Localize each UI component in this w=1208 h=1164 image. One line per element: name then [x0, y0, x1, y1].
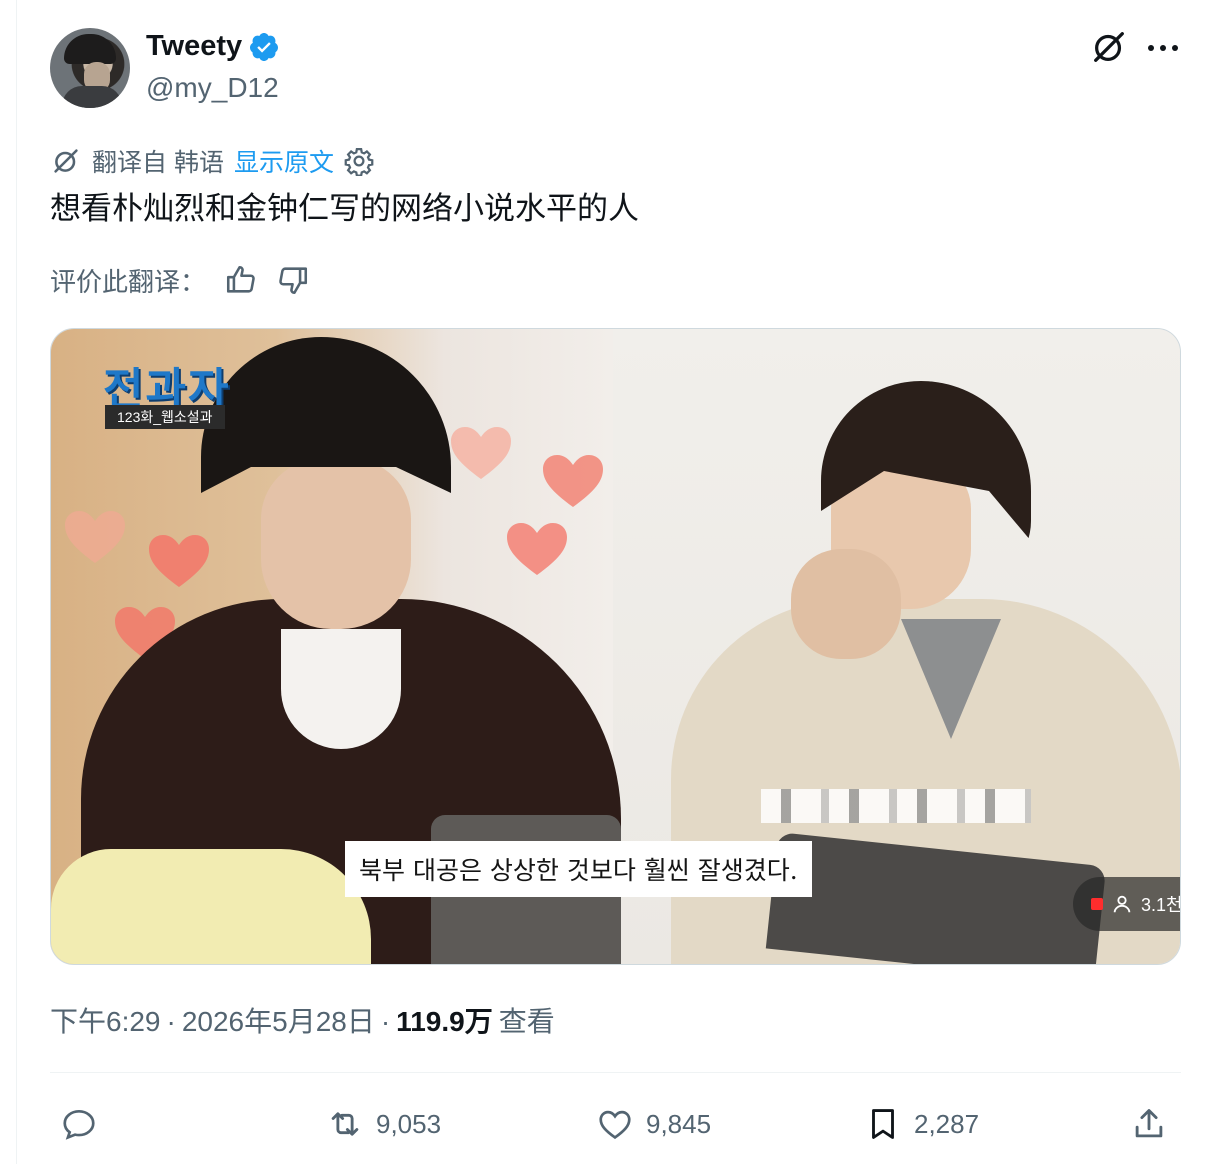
- translation-source-label: 翻译自 韩语: [92, 149, 224, 177]
- record-icon: [1091, 898, 1103, 910]
- share-icon: [1135, 1109, 1163, 1138]
- verified-badge-icon: [250, 32, 279, 61]
- tweet-text: 想看朴灿烈和金钟仁写的网络小说水平的人: [50, 191, 639, 226]
- retweet-count: 9,053: [376, 1108, 442, 1139]
- viewer-count: 3.1천: [1141, 895, 1181, 915]
- show-original-link[interactable]: 显示原文: [234, 143, 334, 179]
- grok-icon[interactable]: [1090, 28, 1128, 66]
- rate-translation-label: 评价此翻译：: [50, 266, 207, 297]
- heart-sticker: [149, 535, 209, 587]
- thumbs-down-icon[interactable]: [276, 263, 310, 297]
- person-icon: [1113, 895, 1131, 913]
- tweet-time[interactable]: 下午6:29: [50, 1000, 161, 1040]
- tweet-date[interactable]: 2026年5月28日: [182, 1000, 375, 1040]
- more-icon[interactable]: [1146, 34, 1180, 62]
- display-name-row[interactable]: Tweety: [146, 30, 280, 63]
- gear-icon[interactable]: [344, 146, 374, 176]
- views-label: 查看: [498, 1006, 555, 1037]
- tweet-meta: 下午6:29 · 2026年5月28日 · 119.9万 查看: [50, 1000, 555, 1040]
- retweet-button[interactable]: 9,053: [326, 1094, 441, 1154]
- share-button[interactable]: [1130, 1094, 1168, 1154]
- person-right-hand: [791, 549, 901, 659]
- user-handle[interactable]: @my_D12: [146, 72, 279, 104]
- bookmark-icon: [872, 1109, 894, 1139]
- heart-sticker: [65, 511, 125, 563]
- like-button[interactable]: 9,845: [596, 1094, 711, 1154]
- reply-button[interactable]: [60, 1094, 110, 1154]
- video-subtitle: 북부 대공은 상상한 것보다 훨씬 잘생겼다.: [345, 841, 812, 897]
- heart-sticker: [451, 427, 511, 479]
- heart-icon: [599, 1110, 631, 1140]
- rate-translation-row: 评价此翻译：: [50, 262, 310, 298]
- heart-sticker: [543, 455, 603, 507]
- display-name[interactable]: Tweety: [146, 30, 242, 63]
- person-left-sleeve: [51, 849, 371, 964]
- bookmark-count: 2,287: [914, 1108, 980, 1139]
- heart-sticker: [507, 523, 567, 575]
- person-left-collar: [281, 629, 401, 749]
- tweet-media-image[interactable]: 전과자 123화_웹소설과 북부 대공은 상상한 것보다 훨씬 잘생겼다. 3.…: [50, 328, 1181, 965]
- like-count: 9,845: [646, 1108, 712, 1139]
- divider: [50, 1072, 1181, 1073]
- blurred-caption: [761, 789, 1031, 823]
- translation-bar: 翻译自 韩语 显示原文: [50, 144, 374, 178]
- retweet-icon: [331, 1112, 359, 1136]
- meta-separator: ·: [166, 1006, 176, 1037]
- translate-icon: [54, 149, 78, 173]
- meta-separator: ·: [380, 1006, 391, 1037]
- views-count: 119.9万: [396, 1006, 493, 1037]
- bookmark-button[interactable]: 2,287: [864, 1094, 979, 1154]
- episode-label: 123화_웹소설과: [105, 405, 225, 429]
- action-bar: 9,053 9,845 2,287: [50, 1094, 1181, 1154]
- avatar[interactable]: [50, 28, 130, 108]
- live-viewers-pill: 3.1천: [1073, 877, 1181, 931]
- reply-icon: [63, 1109, 95, 1140]
- thumbs-up-icon[interactable]: [224, 263, 258, 297]
- person-left-face: [261, 459, 411, 629]
